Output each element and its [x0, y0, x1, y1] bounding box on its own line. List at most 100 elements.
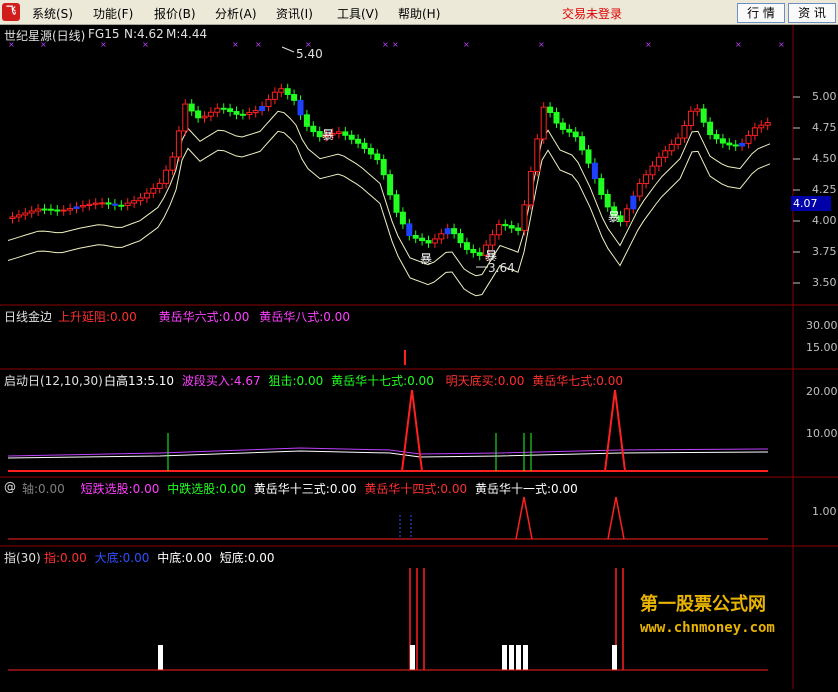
quotes-button[interactable]: 行 情	[737, 3, 785, 23]
menu-analysis[interactable]: 分析(A)	[215, 5, 257, 22]
y-tick: 4.50	[812, 152, 837, 165]
panel3-purple-line	[7, 447, 769, 457]
candle-body	[15, 214, 22, 218]
candle-body	[470, 248, 477, 254]
candle-body	[732, 144, 739, 147]
panel5-white-bar	[516, 645, 521, 670]
y-tick: 3.50	[812, 276, 837, 289]
y-tick: 4.00	[812, 214, 837, 227]
menu-quotes[interactable]: 报价(B)	[154, 5, 196, 22]
panel5-white-bar	[523, 645, 528, 670]
candle-body	[175, 130, 182, 158]
candle-body	[195, 110, 202, 119]
candle-body	[393, 194, 400, 213]
y-tick: 10.00	[806, 427, 838, 440]
candle-body	[182, 103, 189, 132]
menu-news[interactable]: 资讯(I)	[276, 5, 313, 22]
candle-body	[265, 98, 272, 107]
panel2-item: 黄岳华六式:0.00	[158, 310, 250, 324]
candle-body	[67, 207, 74, 211]
candle-body	[99, 202, 106, 205]
panel4-item: 黄岳华十一式:0.00	[474, 482, 578, 496]
panel4-item: 黄岳华十三式:0.00	[253, 482, 357, 496]
candle-body	[35, 208, 42, 212]
candle-body	[489, 234, 496, 246]
candle-body	[515, 227, 522, 231]
candle-body	[73, 206, 80, 209]
panel5-item: 短底:0.00	[219, 551, 275, 565]
panel4-spike	[515, 496, 533, 540]
candle-body	[220, 107, 227, 110]
chart-area[interactable]: × × × × × × × × × × × × × × 世纪星源(日线) FG15 N:4.62 M:4.…	[0, 25, 838, 689]
candle-body	[438, 233, 445, 240]
candle-body	[291, 94, 298, 101]
candle-body	[566, 128, 573, 133]
menu-help[interactable]: 帮助(H)	[398, 5, 440, 22]
candle-body	[163, 169, 170, 184]
signal-marker: ×	[735, 40, 742, 49]
signal-marker: ×	[142, 40, 149, 49]
candle-body	[585, 149, 592, 164]
panel3-values: 白高13:5.10 波段买入:4.67 狙击:0.00 黄岳华十七式:0.00 …	[104, 372, 623, 389]
candle-body	[521, 204, 528, 231]
candle-body	[745, 134, 752, 144]
panel3-spike	[604, 389, 626, 472]
candle-body	[284, 88, 291, 96]
candle-body	[623, 208, 630, 222]
panel2-values: 上升延阻:0.00 黄岳华六式:0.00 黄岳华八式:0.00	[58, 308, 350, 325]
panel4-item: 黄岳华十四式:0.00	[364, 482, 468, 496]
signal-marker: ×	[463, 40, 470, 49]
candle-body	[668, 143, 675, 152]
candle-body	[387, 174, 394, 196]
menu-tools[interactable]: 工具(V)	[337, 5, 379, 22]
candle-body	[137, 197, 144, 202]
signal-marker: ×	[255, 40, 262, 49]
high-arrow	[281, 46, 295, 53]
panel3-item: 白高13:5.10	[104, 374, 175, 388]
panel4-item: 短跌选股:0.00	[80, 482, 160, 496]
signal-marker: ×	[778, 40, 785, 49]
candle-body	[335, 131, 342, 134]
candle-body	[406, 223, 413, 237]
candle-body	[131, 200, 138, 204]
candle-body	[553, 111, 560, 124]
candle-body	[431, 238, 438, 244]
candle-body	[598, 178, 605, 195]
candle-body	[156, 182, 163, 189]
panel3-item: 波段买入:4.67	[181, 374, 261, 388]
panel3-spike	[401, 389, 423, 472]
indicator-name: FG15	[88, 27, 120, 41]
panel4-spike	[607, 496, 625, 540]
candle-body	[559, 122, 566, 130]
candle-body	[502, 223, 509, 227]
candle-body	[54, 209, 61, 212]
candle-body	[201, 115, 208, 119]
candle-body	[227, 108, 234, 113]
candle-body	[150, 187, 157, 194]
candle-body	[713, 134, 720, 140]
panel2-item: 黄岳华八式:0.00	[259, 310, 350, 324]
watermark-url: www.chnmoney.com	[640, 620, 775, 636]
signal-marker: ×	[100, 40, 107, 49]
candle-body	[92, 202, 99, 205]
candle-body	[252, 110, 259, 114]
candle-body	[310, 125, 317, 133]
app-logo-icon: 飞	[2, 3, 20, 21]
candle-body	[687, 110, 694, 127]
y-tick: 20.00	[806, 385, 838, 398]
candle-body	[399, 211, 406, 225]
menu-function[interactable]: 功能(F)	[93, 5, 133, 22]
candle-body	[259, 105, 266, 112]
candle-body	[540, 106, 547, 140]
menu-system[interactable]: 系统(S)	[32, 5, 73, 22]
candle-body	[124, 202, 131, 206]
candle-body	[662, 150, 669, 158]
news-button[interactable]: 资 讯	[788, 3, 836, 23]
candle-body	[412, 235, 419, 239]
candle-body	[457, 233, 464, 244]
candle-body	[764, 122, 771, 126]
candle-body	[547, 106, 554, 113]
y-tick: 4.25	[812, 183, 837, 196]
panel3-item: 明天底买:0.00	[445, 374, 525, 388]
panel5-values: 指:0.00 大底:0.00 中底:0.00 短底:0.00	[44, 549, 275, 566]
